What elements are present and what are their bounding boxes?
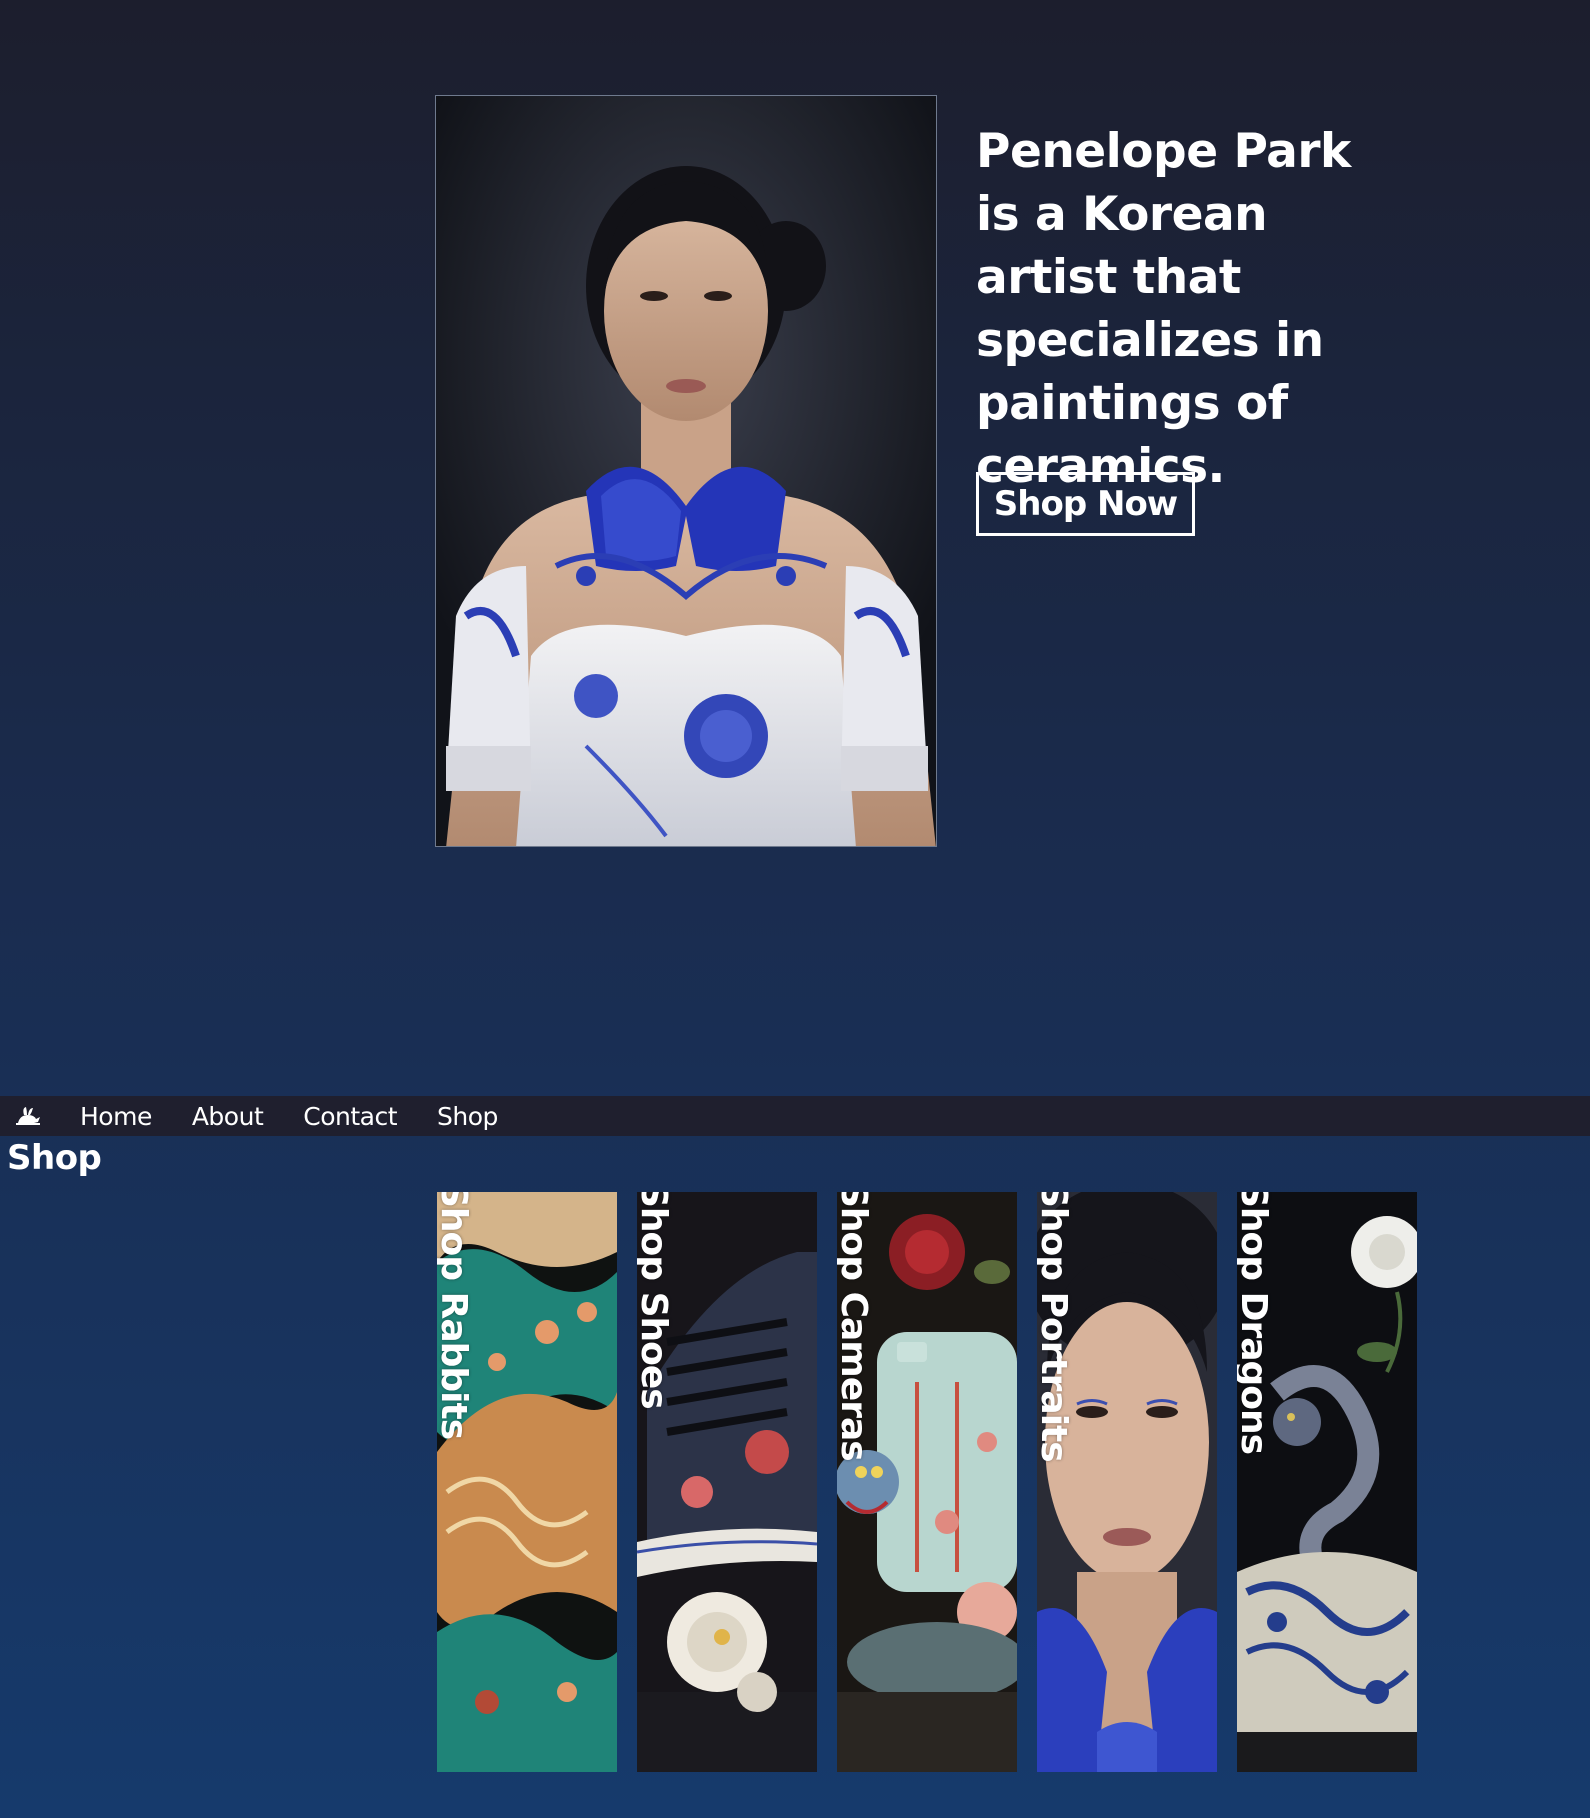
shop-card-rabbits[interactable]: Shop Rabbits	[437, 1192, 617, 1772]
shop-section-heading: Shop	[7, 1138, 102, 1178]
rabbit-icon[interactable]	[0, 1096, 56, 1136]
shop-card-portraits[interactable]: Shop Portraits	[1037, 1192, 1217, 1772]
shop-card-cameras[interactable]: Shop Cameras	[837, 1192, 1017, 1772]
shop-card-label: Shop Portraits	[1037, 1192, 1074, 1462]
shop-card-label: Shop Shoes	[637, 1192, 674, 1409]
shop-card-dragons[interactable]: Shop Dragons	[1237, 1192, 1417, 1772]
nav-home[interactable]: Home	[80, 1102, 152, 1131]
shop-card-label: Shop Dragons	[1237, 1192, 1274, 1455]
nav-about[interactable]: About	[192, 1102, 264, 1131]
nav-contact[interactable]: Contact	[303, 1102, 397, 1131]
hero-portrait-image	[435, 95, 937, 847]
shop-now-button[interactable]: Shop Now	[976, 472, 1195, 536]
shop-card-label: Shop Cameras	[837, 1192, 874, 1461]
shop-card-shoes[interactable]: Shop Shoes	[637, 1192, 817, 1772]
shop-card-label: Shop Rabbits	[437, 1192, 474, 1440]
nav-shop[interactable]: Shop	[437, 1102, 498, 1131]
hero-headline: Penelope Park is a Korean artist that sp…	[976, 124, 1351, 494]
top-navbar: Home About Contact Shop	[0, 1096, 1590, 1136]
porcelain-portrait-illustration	[436, 96, 936, 846]
